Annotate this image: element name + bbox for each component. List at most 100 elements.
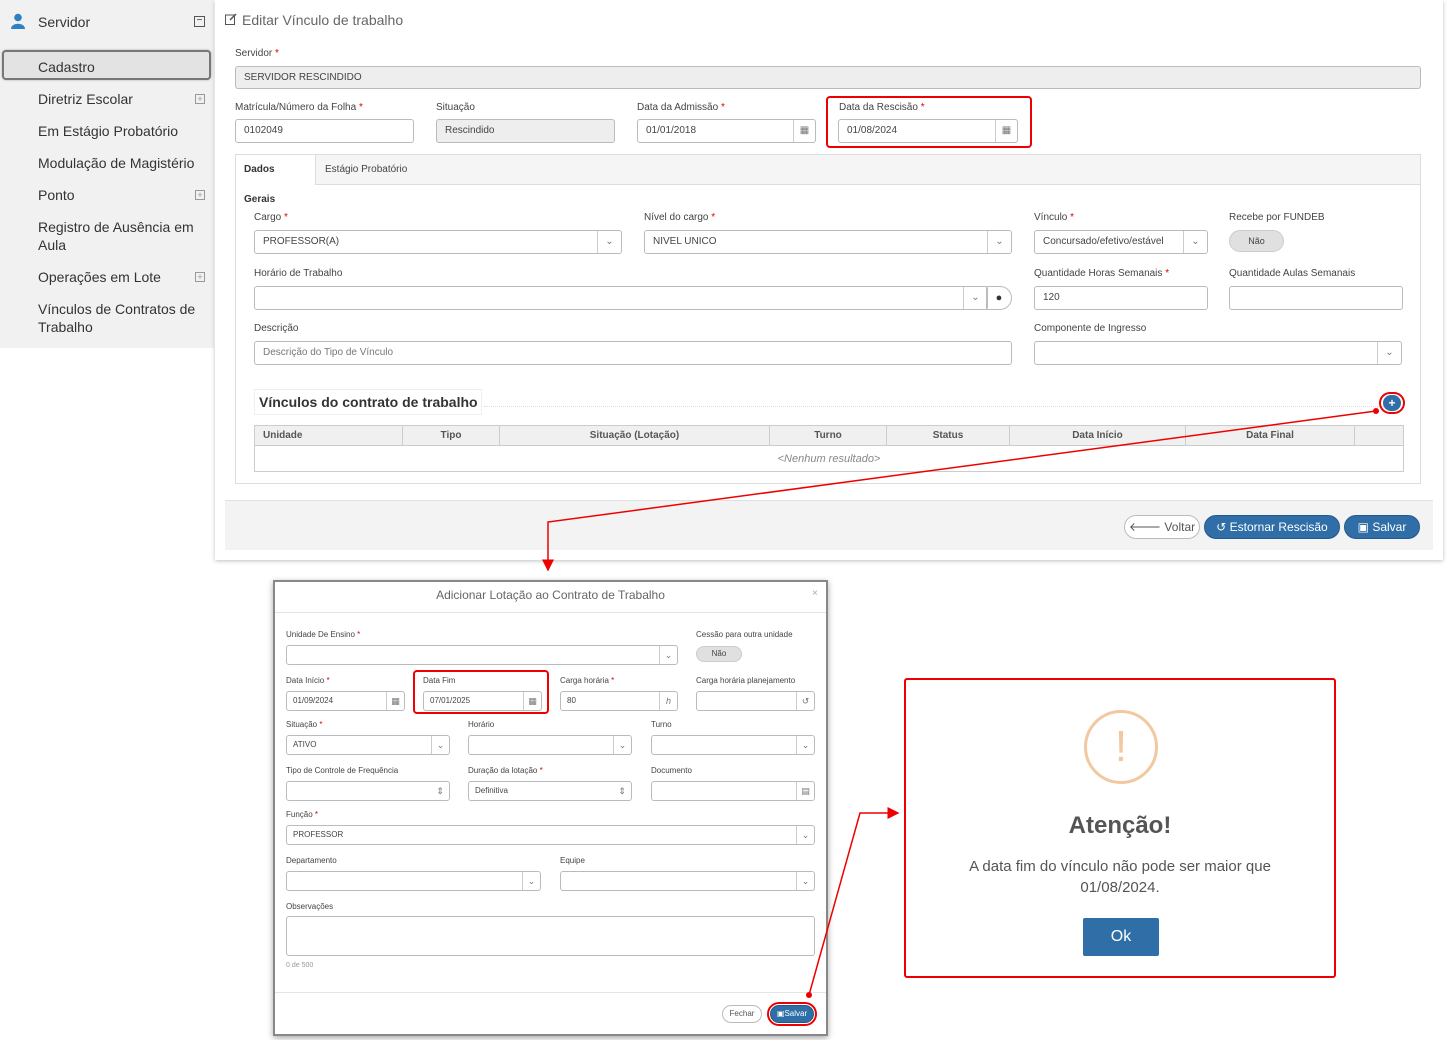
funcao-select[interactable]: PROFESSOR ⌄ bbox=[286, 825, 815, 845]
cessao-toggle[interactable]: Não bbox=[696, 646, 742, 662]
calendar-icon[interactable]: ▦ bbox=[995, 120, 1017, 142]
inicio-input[interactable]: 01/09/2024 ▦ bbox=[286, 691, 405, 711]
carga-input[interactable]: 80 h bbox=[560, 691, 678, 711]
hour-unit: h bbox=[659, 692, 677, 710]
departamento-select[interactable]: ⌄ bbox=[286, 871, 541, 891]
aulas-input[interactable] bbox=[1229, 286, 1403, 310]
unidade-select[interactable]: ⌄ bbox=[286, 645, 678, 665]
chevron-down-icon[interactable]: ⌄ bbox=[431, 736, 449, 754]
vinculo-select[interactable]: Concursado/efetivo/estável ⌄ bbox=[1034, 230, 1208, 254]
equipe-select[interactable]: ⌄ bbox=[560, 871, 815, 891]
documento-input[interactable]: ▤ bbox=[651, 781, 815, 801]
horario-select[interactable]: ⌄ bbox=[254, 286, 988, 310]
situacao-field: Rescindido bbox=[436, 119, 615, 143]
chevron-down-icon[interactable]: ⌄ bbox=[522, 872, 540, 890]
chevron-down-icon[interactable]: ⌄ bbox=[796, 736, 814, 754]
situacao-select[interactable]: ATIVO ⌄ bbox=[286, 735, 450, 755]
modal-title: Adicionar Lotação ao Contrato de Trabalh… bbox=[436, 588, 665, 602]
aulas-label: Quantidade Aulas Semanais bbox=[1229, 268, 1356, 279]
carga-plan-input[interactable]: ↺ bbox=[696, 691, 815, 711]
nivel-label: Nível do cargo * bbox=[644, 212, 716, 223]
sidebar-item-registro[interactable]: Registro de Ausência em Aula bbox=[38, 218, 198, 254]
expand-icon[interactable]: + bbox=[195, 94, 205, 104]
column-data-final[interactable]: Data Final bbox=[1186, 426, 1355, 446]
sidebar-item-operacoes[interactable]: Operações em Lote bbox=[38, 268, 198, 286]
alert-message: A data fim do vínculo não pode ser maior… bbox=[969, 858, 1271, 896]
unidade-label: Unidade De Ensino * bbox=[286, 630, 361, 639]
warning-icon: ! bbox=[1084, 710, 1158, 784]
sidebar-item-modulacao[interactable]: Modulação de Magistério bbox=[38, 154, 198, 172]
close-button[interactable]: Fechar bbox=[722, 1005, 762, 1023]
fundeb-toggle[interactable]: Não bbox=[1229, 230, 1284, 252]
estornar-button[interactable]: ↺ Estornar Rescisão bbox=[1204, 515, 1340, 539]
column-tipo[interactable]: Tipo bbox=[403, 426, 500, 446]
close-icon[interactable]: × bbox=[812, 588, 818, 599]
history-icon[interactable]: ↺ bbox=[796, 692, 814, 710]
column-situacao[interactable]: Situação (Lotação) bbox=[500, 426, 770, 446]
collapse-icon[interactable]: − bbox=[194, 16, 205, 27]
file-icon[interactable]: ▤ bbox=[796, 782, 814, 800]
horario-select[interactable]: ⌄ bbox=[468, 735, 632, 755]
descricao-input[interactable]: Descrição do Tipo de Vínculo bbox=[254, 341, 1012, 365]
turno-label: Turno bbox=[651, 720, 672, 729]
chevron-down-icon[interactable]: ⌄ bbox=[659, 646, 677, 664]
eye-icon[interactable]: ● bbox=[986, 286, 1012, 310]
duracao-label: Duração da lotação * bbox=[468, 766, 543, 775]
sidebar-item-cadastro[interactable]: Cadastro bbox=[38, 58, 198, 76]
descricao-label: Descrição bbox=[254, 323, 299, 334]
modal-save-button[interactable]: ▣Salvar bbox=[770, 1005, 814, 1023]
funcao-label: Função * bbox=[286, 810, 319, 819]
fim-input[interactable]: 07/01/2025 ▦ bbox=[423, 691, 542, 711]
expand-icon[interactable]: + bbox=[195, 190, 205, 200]
add-button[interactable]: + bbox=[1383, 395, 1401, 411]
column-turno[interactable]: Turno bbox=[770, 426, 887, 446]
controle-label: Tipo de Controle de Frequência bbox=[286, 766, 399, 775]
duracao-select[interactable]: Definitiva ⇕ bbox=[468, 781, 632, 801]
horario-label: Horário bbox=[468, 720, 495, 729]
chevron-down-icon[interactable]: ⌄ bbox=[963, 287, 987, 309]
calendar-icon[interactable]: ▦ bbox=[793, 120, 815, 142]
calendar-icon[interactable]: ▦ bbox=[523, 692, 541, 710]
section-title: Vínculos do contrato de trabalho bbox=[254, 389, 482, 415]
sidebar-item-diretriz[interactable]: Diretriz Escolar bbox=[38, 90, 198, 108]
horas-input[interactable]: 120 bbox=[1034, 286, 1208, 310]
chevron-down-icon[interactable]: ⌄ bbox=[1183, 231, 1207, 253]
chevron-down-icon[interactable]: ⌄ bbox=[597, 231, 621, 253]
calendar-icon[interactable]: ▦ bbox=[386, 692, 404, 710]
user-icon bbox=[11, 13, 25, 29]
chevron-down-icon[interactable]: ⌄ bbox=[796, 872, 814, 890]
tab-dados-gerais[interactable]: Dados Gerais bbox=[236, 155, 316, 205]
chevron-down-icon[interactable]: ⌄ bbox=[613, 736, 631, 754]
chevron-down-icon[interactable]: ⌄ bbox=[796, 826, 814, 844]
sidebar-item-vinculos[interactable]: Vínculos de Contratos de Trabalho bbox=[38, 300, 198, 336]
back-button[interactable]: 🡐 Voltar bbox=[1124, 515, 1200, 539]
column-data-inicio[interactable]: Data Início bbox=[1010, 426, 1186, 446]
ok-button[interactable]: Ok bbox=[1083, 918, 1159, 956]
column-status[interactable]: Status bbox=[887, 426, 1010, 446]
tab-estagio[interactable]: Estágio Probatório bbox=[317, 155, 427, 185]
cargo-select[interactable]: PROFESSOR(A) ⌄ bbox=[254, 230, 622, 254]
save-button[interactable]: ▣ Salvar bbox=[1344, 515, 1420, 539]
admissao-input[interactable]: 01/01/2018 ▦ bbox=[637, 119, 816, 143]
documento-label: Documento bbox=[651, 766, 692, 775]
nivel-select[interactable]: NIVEL UNICO ⌄ bbox=[644, 230, 1012, 254]
controle-select[interactable]: ⇕ bbox=[286, 781, 450, 801]
matricula-input[interactable]: 0102049 bbox=[235, 119, 414, 143]
sidebar-title: Servidor bbox=[38, 14, 91, 30]
admissao-label: Data da Admissão * bbox=[637, 102, 725, 113]
rescisao-input[interactable]: 01/08/2024 ▦ bbox=[838, 119, 1018, 143]
expand-icon[interactable]: + bbox=[195, 272, 205, 282]
obs-textarea[interactable] bbox=[286, 916, 815, 956]
chevron-down-icon[interactable]: ⌄ bbox=[987, 231, 1011, 253]
sidebar-item-estagio[interactable]: Em Estágio Probatório bbox=[38, 122, 198, 140]
undo-icon: ↺ bbox=[1216, 520, 1227, 534]
sort-icon[interactable]: ⇕ bbox=[613, 782, 631, 800]
sidebar-item-ponto[interactable]: Ponto bbox=[38, 186, 198, 204]
departamento-label: Departamento bbox=[286, 856, 337, 865]
sidebar-header[interactable]: Servidor − bbox=[0, 0, 214, 44]
componente-select[interactable]: ⌄ bbox=[1034, 341, 1402, 365]
sort-icon[interactable]: ⇕ bbox=[431, 782, 449, 800]
turno-select[interactable]: ⌄ bbox=[651, 735, 815, 755]
chevron-down-icon[interactable]: ⌄ bbox=[1377, 342, 1401, 364]
column-unidade[interactable]: Unidade bbox=[255, 426, 403, 446]
